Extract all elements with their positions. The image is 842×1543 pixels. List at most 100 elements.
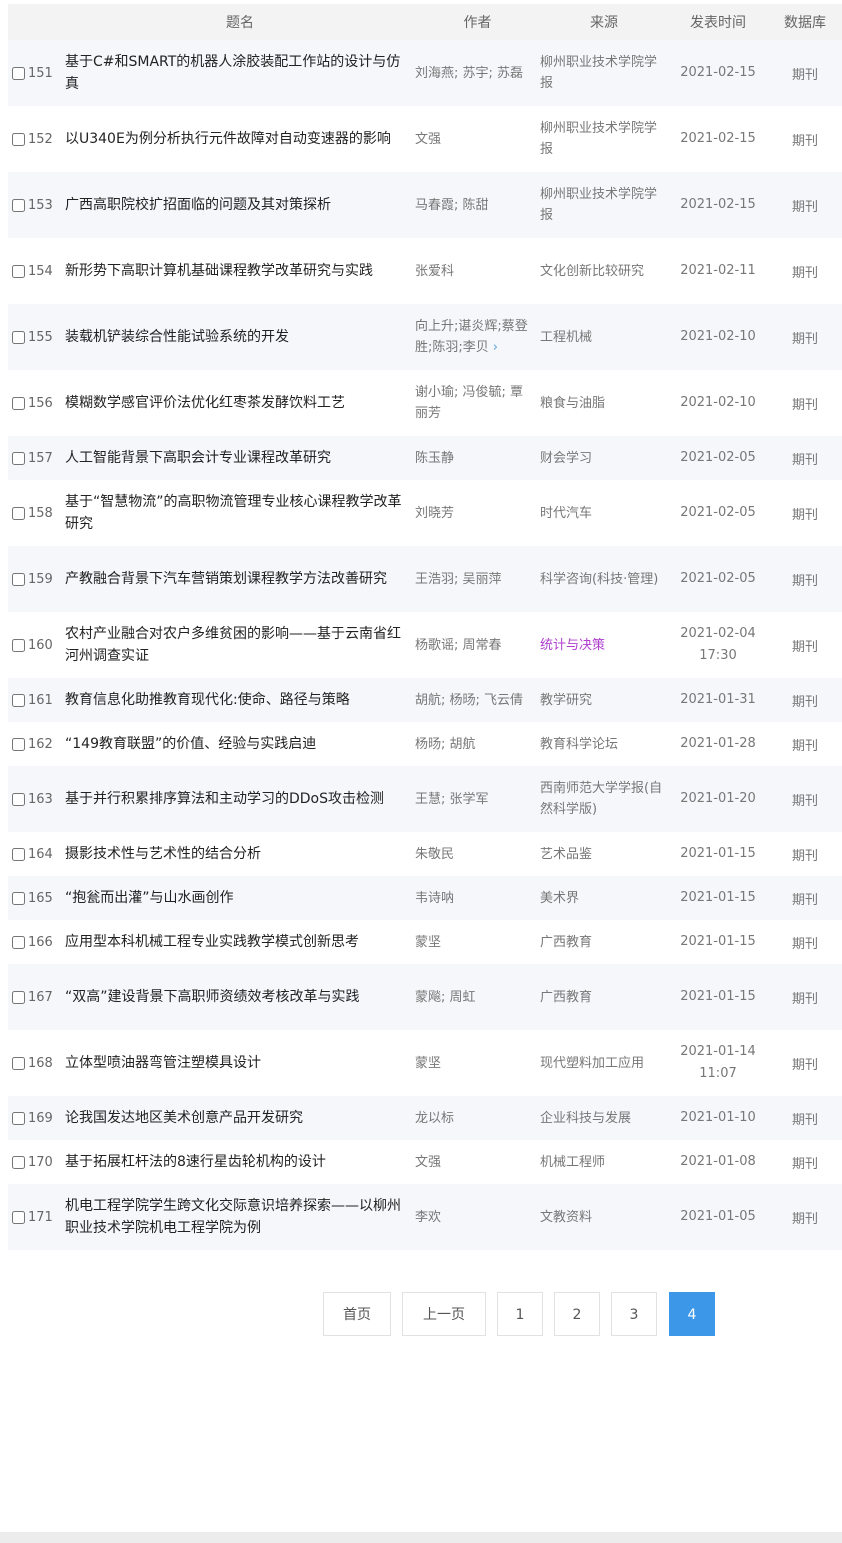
row-title-link[interactable]: 教育信息化助推教育现代化:使命、路径与策略	[65, 678, 415, 722]
row-checkbox[interactable]	[12, 990, 25, 1004]
row-author-link[interactable]: 蒙坚	[415, 1056, 441, 1071]
row-author-link[interactable]: 杨歌谣; 周常春	[415, 638, 502, 653]
row-checkbox[interactable]	[12, 66, 25, 80]
row-author-link[interactable]: 王浩羽; 吴丽萍	[415, 572, 502, 587]
row-source-link[interactable]: 粮食与油脂	[540, 370, 668, 436]
row-database: 期刊	[791, 892, 818, 908]
row-checkbox[interactable]	[12, 891, 25, 905]
row-author-link[interactable]: 朱敬民	[415, 847, 454, 862]
pager-page-2[interactable]: 2	[554, 1292, 600, 1336]
pager-page-4[interactable]: 4	[669, 1292, 715, 1336]
row-author-link[interactable]: 陈玉静	[415, 451, 454, 466]
row-checkbox[interactable]	[12, 451, 25, 465]
row-source-link[interactable]: 西南师范大学学报(自然科学版)	[540, 766, 668, 832]
row-checkbox[interactable]	[12, 572, 25, 586]
row-author-link[interactable]: 刘海燕; 苏宇; 苏磊	[415, 66, 523, 81]
row-author-link[interactable]: 蒙飚; 周虹	[415, 990, 476, 1005]
row-source-link[interactable]: 企业科技与发展	[540, 1096, 668, 1140]
header-db[interactable]: 数据库	[768, 4, 842, 40]
row-checkbox[interactable]	[12, 638, 25, 652]
row-title-link[interactable]: 摄影技术性与艺术性的结合分析	[65, 832, 415, 876]
chevron-right-icon[interactable]: ›	[493, 337, 498, 358]
row-author-link[interactable]: 杨旸; 胡航	[415, 737, 476, 752]
row-title-link[interactable]: 新形势下高职计算机基础课程教学改革研究与实践	[65, 238, 415, 304]
row-title-link[interactable]: 论我国发达地区美术创意产品开发研究	[65, 1096, 415, 1140]
row-checkbox[interactable]	[12, 198, 25, 212]
row-checkbox[interactable]	[12, 693, 25, 707]
row-author-link[interactable]: 韦诗呐	[415, 891, 454, 906]
row-checkbox[interactable]	[12, 330, 25, 344]
row-source-link[interactable]: 现代塑料加工应用	[540, 1030, 668, 1096]
row-author-link[interactable]: 龙以标	[415, 1111, 454, 1126]
row-title-link[interactable]: 以U340E为例分析执行元件故障对自动变速器的影响	[65, 106, 415, 172]
row-author-link[interactable]: 蒙坚	[415, 935, 441, 950]
row-checkbox[interactable]	[12, 792, 25, 806]
row-source-link[interactable]: 广西教育	[540, 920, 668, 964]
row-source-link[interactable]: 教学研究	[540, 678, 668, 722]
row-checkbox[interactable]	[12, 132, 25, 146]
header-date[interactable]: 发表时间	[668, 4, 768, 40]
row-author-link[interactable]: 马春霞; 陈甜	[415, 198, 489, 213]
row-checkbox[interactable]	[12, 396, 25, 410]
row-checkbox[interactable]	[12, 1111, 25, 1125]
row-source-link[interactable]: 财会学习	[540, 436, 668, 480]
row-title-link[interactable]: “双高”建设背景下高职师资绩效考核改革与实践	[65, 964, 415, 1030]
row-title-link[interactable]: 基于并行积累排序算法和主动学习的DDoS攻击检测	[65, 766, 415, 832]
row-checkbox[interactable]	[12, 935, 25, 949]
row-source-link[interactable]: 柳州职业技术学院学报	[540, 106, 668, 172]
row-checkbox[interactable]	[12, 1210, 25, 1224]
row-source-link[interactable]: 工程机械	[540, 304, 668, 370]
pager-page-3[interactable]: 3	[611, 1292, 657, 1336]
row-source-link[interactable]: 文教资料	[540, 1184, 668, 1250]
row-database: 期刊	[791, 848, 818, 864]
row-checkbox[interactable]	[12, 506, 25, 520]
header-author[interactable]: 作者	[415, 4, 540, 40]
row-author-link[interactable]: 胡航; 杨旸; 飞云倩	[415, 693, 523, 708]
row-title-link[interactable]: 基于“智慧物流”的高职物流管理专业核心课程教学改革研究	[65, 480, 415, 546]
row-source-link[interactable]: 艺术品鉴	[540, 832, 668, 876]
row-author-link[interactable]: 刘晓芳	[415, 506, 454, 521]
row-source-link[interactable]: 文化创新比较研究	[540, 238, 668, 304]
row-author-link[interactable]: 文强	[415, 132, 441, 147]
table-row: 152 以U340E为例分析执行元件故障对自动变速器的影响 文强 柳州职业技术学院学报…	[8, 106, 842, 172]
row-title-link[interactable]: 模糊数学感官评价法优化红枣茶发酵饮料工艺	[65, 370, 415, 436]
pager-prev-button[interactable]: 上一页	[402, 1292, 486, 1336]
row-author-link[interactable]: 王慧; 张学军	[415, 792, 489, 807]
row-checkbox[interactable]	[12, 1056, 25, 1070]
row-author-link[interactable]: 文强	[415, 1155, 441, 1170]
row-title-link[interactable]: 应用型本科机械工程专业实践教学模式创新思考	[65, 920, 415, 964]
row-source-link[interactable]: 柳州职业技术学院学报	[540, 172, 668, 238]
row-source-link[interactable]: 机械工程师	[540, 1140, 668, 1184]
row-title-link[interactable]: “抱瓮而出灌”与山水画创作	[65, 876, 415, 920]
row-checkbox[interactable]	[12, 737, 25, 751]
header-title[interactable]: 题名	[65, 4, 415, 40]
row-checkbox[interactable]	[12, 1155, 25, 1169]
row-title-link[interactable]: 立体型喷油器弯管注塑模具设计	[65, 1030, 415, 1096]
row-author-link[interactable]: 向上升;谌炎辉;蔡登胜;陈羽;李贝	[415, 319, 528, 355]
row-source-link[interactable]: 统计与决策	[540, 612, 668, 678]
row-title-link[interactable]: 装载机铲装综合性能试验系统的开发	[65, 304, 415, 370]
row-title-link[interactable]: 产教融合背景下汽车营销策划课程教学方法改善研究	[65, 546, 415, 612]
row-source-link[interactable]: 美术界	[540, 876, 668, 920]
row-author-link[interactable]: 张爱科	[415, 264, 454, 279]
row-author-link[interactable]: 谢小瑜; 冯俊毓; 覃丽芳	[415, 385, 523, 421]
row-checkbox[interactable]	[12, 847, 25, 861]
row-source-link[interactable]: 教育科学论坛	[540, 722, 668, 766]
row-checkbox[interactable]	[12, 264, 25, 278]
row-source-link[interactable]: 广西教育	[540, 964, 668, 1030]
row-source-link[interactable]: 科学咨询(科技·管理)	[540, 546, 668, 612]
row-title-link[interactable]: 广西高职院校扩招面临的问题及其对策探析	[65, 172, 415, 238]
row-title-link[interactable]: 人工智能背景下高职会计专业课程改革研究	[65, 436, 415, 480]
row-date: 2021-02-15	[680, 197, 756, 212]
row-source-link[interactable]: 时代汽车	[540, 480, 668, 546]
header-source[interactable]: 来源	[540, 4, 668, 40]
row-title-link[interactable]: 基于C#和SMART的机器人涂胶装配工作站的设计与仿真	[65, 40, 415, 106]
row-title-link[interactable]: “149教育联盟”的价值、经验与实践启迪	[65, 722, 415, 766]
pager-first-button[interactable]: 首页	[323, 1292, 391, 1336]
row-title-link[interactable]: 基于拓展杠杆法的8速行星齿轮机构的设计	[65, 1140, 415, 1184]
pager-page-1[interactable]: 1	[497, 1292, 543, 1336]
row-author-link[interactable]: 李欢	[415, 1210, 441, 1225]
row-title-link[interactable]: 机电工程学院学生跨文化交际意识培养探索——以柳州职业技术学院机电工程学院为例	[65, 1184, 415, 1250]
row-title-link[interactable]: 农村产业融合对农户多维贫困的影响——基于云南省红河州调查实证	[65, 612, 415, 678]
row-source-link[interactable]: 柳州职业技术学院学报	[540, 40, 668, 106]
